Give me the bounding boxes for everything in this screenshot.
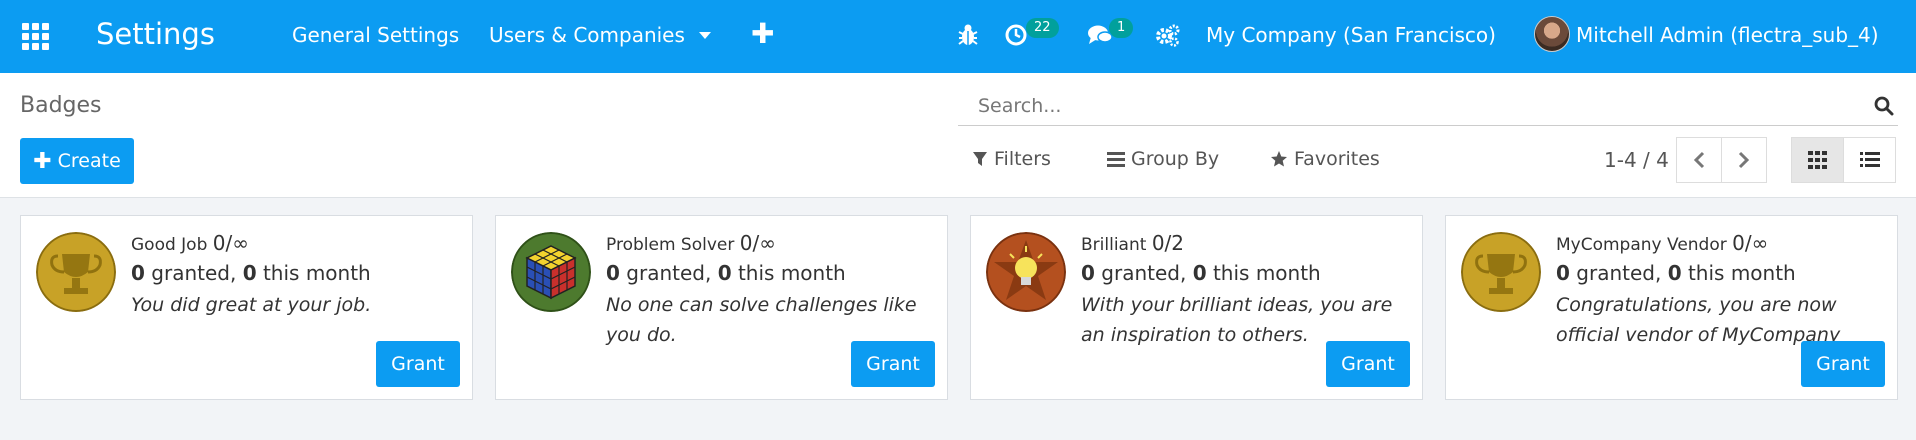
granted-label: granted,	[619, 261, 718, 285]
pager-previous-button[interactable]	[1676, 137, 1722, 183]
menu-users-companies[interactable]: Users & Companies	[489, 20, 711, 50]
control-panel: Badges ✚ Create Filters Group By Favorit…	[0, 73, 1916, 198]
badge-card[interactable]: MyCompany Vendor 0/∞ 0 granted, 0 this m…	[1445, 215, 1898, 400]
month-count: 0	[717, 261, 732, 285]
trophy-medal-icon	[1461, 232, 1541, 312]
grant-button[interactable]: Grant	[1326, 341, 1410, 387]
app-name[interactable]: Settings	[96, 16, 215, 52]
granted-label: granted,	[144, 261, 243, 285]
chevron-right-icon	[1738, 151, 1750, 169]
activity-count-badge: 22	[1026, 18, 1059, 38]
activity-clock-icon[interactable]	[1004, 18, 1028, 52]
company-switcher[interactable]: My Company (San Francisco)	[1206, 20, 1496, 50]
badge-name: MyCompany Vendor	[1556, 235, 1727, 255]
user-avatar[interactable]	[1534, 16, 1570, 52]
plus-icon: ✚	[33, 148, 52, 174]
create-button-label: Create	[57, 150, 121, 172]
month-count: 0	[242, 261, 257, 285]
favorites-button[interactable]: Favorites	[1270, 145, 1380, 173]
apps-menu-icon[interactable]	[22, 23, 50, 50]
list-view-icon	[1859, 152, 1880, 167]
month-label: this month	[1206, 261, 1321, 285]
badge-stats: 0 granted, 0 this month	[1556, 260, 1796, 286]
menu-users-companies-label: Users & Companies	[489, 23, 685, 47]
badge-title: MyCompany Vendor 0/∞	[1556, 232, 1768, 256]
filter-icon	[973, 152, 987, 166]
caret-down-icon	[698, 31, 711, 39]
star-icon	[1271, 151, 1287, 167]
search-input[interactable]	[958, 88, 1838, 124]
grant-button[interactable]: Grant	[376, 341, 460, 387]
grid-view-icon	[1807, 151, 1827, 169]
granted-count: 0	[1556, 261, 1570, 285]
badge-title: Brilliant 0/2	[1081, 232, 1184, 256]
favorites-label: Favorites	[1294, 148, 1380, 170]
rubik-cube-medal-icon	[511, 232, 591, 312]
list-bars-icon	[1107, 152, 1125, 167]
granted-count: 0	[131, 261, 145, 285]
filters-button[interactable]: Filters	[972, 145, 1051, 173]
badge-count: 0/∞	[212, 231, 249, 255]
group-by-button[interactable]: Group By	[1107, 145, 1219, 173]
badge-name: Problem Solver	[606, 235, 735, 255]
badge-card[interactable]: Brilliant 0/2 0 granted, 0 this month Wi…	[970, 215, 1423, 400]
kanban-view-button[interactable]	[1791, 137, 1844, 183]
granted-label: granted,	[1569, 261, 1668, 285]
month-count: 0	[1192, 261, 1207, 285]
gears-icon[interactable]	[1155, 18, 1181, 52]
badge-card[interactable]: Problem Solver 0/∞ 0 granted, 0 this mon…	[495, 215, 948, 400]
badge-stats: 0 granted, 0 this month	[131, 260, 371, 286]
chevron-left-icon	[1693, 151, 1705, 169]
create-button[interactable]: ✚ Create	[20, 138, 134, 184]
badge-name: Good Job	[131, 235, 208, 255]
menu-general-settings[interactable]: General Settings	[292, 20, 459, 50]
list-view-button[interactable]	[1843, 137, 1896, 183]
plus-icon[interactable]: ✚	[751, 18, 774, 50]
grant-button[interactable]: Grant	[1801, 341, 1885, 387]
granted-label: granted,	[1094, 261, 1193, 285]
pager-next-button[interactable]	[1721, 137, 1767, 183]
badge-description: You did great at your job.	[131, 294, 372, 316]
granted-count: 0	[606, 261, 620, 285]
month-label: this month	[256, 261, 371, 285]
filters-label: Filters	[994, 148, 1051, 170]
badge-title: Problem Solver 0/∞	[606, 232, 776, 256]
group-by-label: Group By	[1131, 148, 1220, 170]
granted-count: 0	[1081, 261, 1095, 285]
month-count: 0	[1667, 261, 1682, 285]
badge-stats: 0 granted, 0 this month	[606, 260, 846, 286]
pager-value[interactable]: 1-4 / 4	[1604, 147, 1669, 173]
message-count-badge: 1	[1109, 18, 1134, 38]
grant-button[interactable]: Grant	[851, 341, 935, 387]
badge-stats: 0 granted, 0 this month	[1081, 260, 1321, 286]
top-navbar: Settings General Settings Users & Compan…	[0, 0, 1916, 73]
badge-title: Good Job 0/∞	[131, 232, 249, 256]
badge-count: 0/2	[1151, 231, 1184, 255]
badge-card[interactable]: Good Job 0/∞ 0 granted, 0 this month You…	[20, 215, 473, 400]
search-icon[interactable]	[1874, 96, 1894, 116]
month-label: this month	[1681, 261, 1796, 285]
search-bar	[958, 88, 1898, 126]
trophy-medal-icon	[36, 232, 116, 312]
user-menu[interactable]: Mitchell Admin (flectra_sub_4)	[1576, 20, 1879, 50]
badge-count: 0/∞	[1732, 231, 1769, 255]
month-label: this month	[731, 261, 846, 285]
bug-icon[interactable]	[957, 18, 979, 52]
breadcrumb: Badges	[20, 93, 102, 118]
badge-name: Brilliant	[1081, 235, 1147, 255]
lightbulb-star-medal-icon	[986, 232, 1066, 312]
badge-count: 0/∞	[739, 231, 776, 255]
